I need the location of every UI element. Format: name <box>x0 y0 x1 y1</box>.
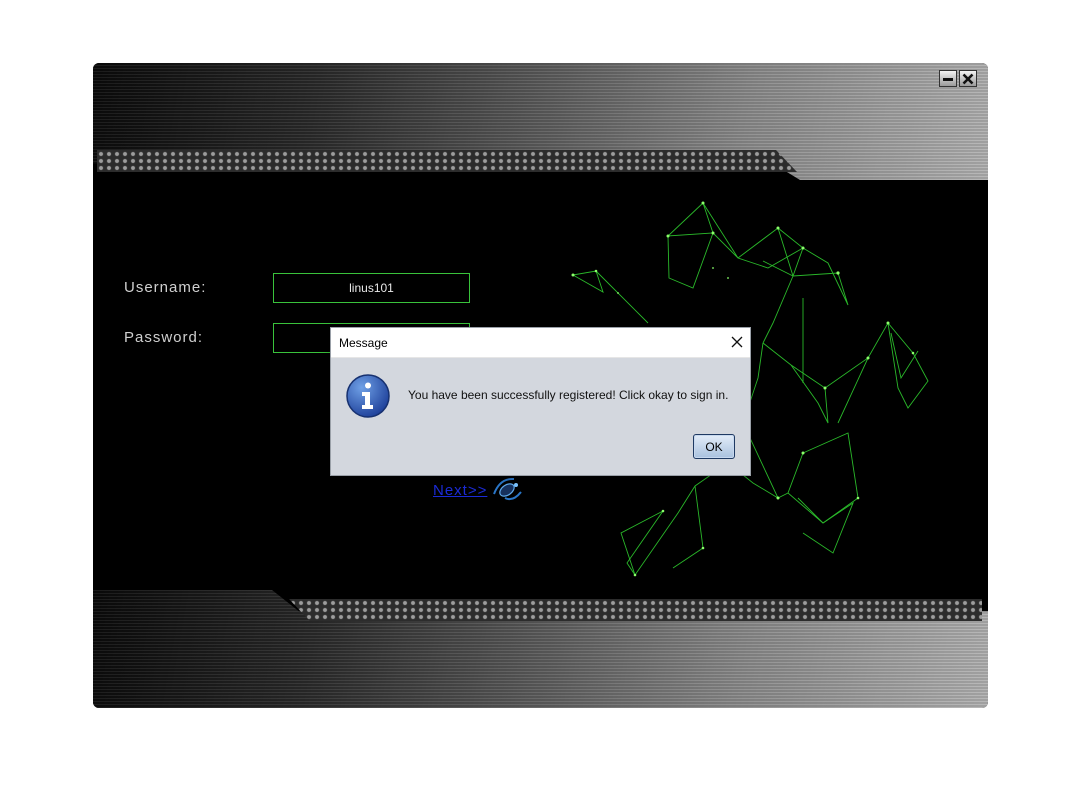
username-label: Username: <box>124 279 207 296</box>
dialog-message: You have been successfully registered! C… <box>408 388 729 402</box>
window-close-button[interactable] <box>959 70 977 87</box>
minimize-icon <box>943 77 953 81</box>
info-icon <box>346 374 390 418</box>
bottom-honeycomb-strip <box>289 599 982 621</box>
password-label: Password: <box>124 329 204 346</box>
message-dialog: Message You have been successfully regis… <box>330 327 751 476</box>
dialog-title: Message <box>339 336 388 350</box>
mouse-gear-icon <box>493 477 522 501</box>
close-icon[interactable] <box>730 335 744 349</box>
minimize-button[interactable] <box>939 70 957 87</box>
close-icon <box>962 73 974 84</box>
top-honeycomb-strip <box>97 150 797 172</box>
username-field[interactable]: linus101 <box>273 273 470 303</box>
ok-button[interactable]: OK <box>693 434 735 459</box>
next-link[interactable]: Next>> <box>433 482 487 499</box>
dialog-titlebar: Message <box>331 328 750 358</box>
